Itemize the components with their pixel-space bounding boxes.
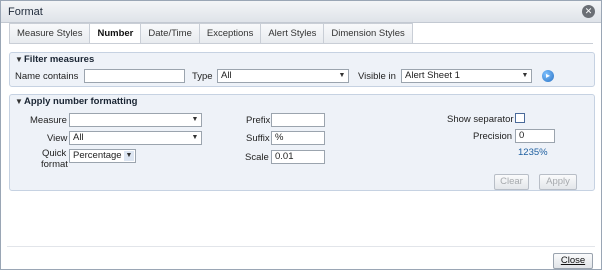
dropdown-arrow-icon: ▼ [124,151,134,161]
scale-label: Scale [245,152,269,163]
name-contains-label: Name contains [15,71,79,82]
precision-label: Precision [473,131,513,142]
quick-format-label-line1: Quick [42,148,67,159]
tab-number[interactable]: Number [90,23,142,44]
tab-exceptions[interactable]: Exceptions [199,23,262,44]
quick-format-select-value: Percentage [73,150,122,161]
view-select-value: All [73,132,84,143]
name-contains-input[interactable] [84,69,185,83]
tab-strip: Measure Styles Number Date/Time Exceptio… [9,23,413,44]
close-icon[interactable]: ✕ [582,5,595,18]
format-preview: 1235% [518,147,548,158]
chevron-down-icon: ▼ [15,97,23,106]
tab-dimension-styles[interactable]: Dimension Styles [324,23,413,44]
scale-input[interactable]: 0.01 [271,150,325,164]
suffix-label: Suffix [246,133,270,144]
number-formatting-title: Apply number formatting [24,96,138,107]
tab-measure-styles[interactable]: Measure Styles [9,23,91,44]
dropdown-arrow-icon: ▼ [191,134,199,141]
tab-alert-styles[interactable]: Alert Styles [261,23,325,44]
filter-measures-panel: ▼ Filter measures Name contains Type All… [9,52,595,87]
prefix-label: Prefix [246,115,271,126]
measure-select[interactable]: ▼ [69,113,202,127]
visible-in-select-value: Alert Sheet 1 [405,70,460,81]
dialog-title: Format [8,6,43,18]
show-separator-checkbox[interactable] [515,113,525,123]
quick-format-label-line2: format [41,159,68,170]
title-bar: Format ✕ [1,1,601,23]
go-arrow-icon[interactable]: ▸ [542,70,554,82]
number-formatting-panel: ▼ Apply number formatting Measure ▼ View… [9,94,595,191]
visible-in-label: Visible in [358,71,396,82]
visible-in-select[interactable]: Alert Sheet 1 ▼ [401,69,532,83]
precision-input[interactable]: 0 [515,129,555,143]
tab-date-time[interactable]: Date/Time [141,23,200,44]
view-select[interactable]: All ▼ [69,131,202,145]
filter-measures-title: Filter measures [24,54,95,65]
dropdown-arrow-icon: ▼ [191,116,199,123]
type-select[interactable]: All ▼ [217,69,349,83]
prefix-input[interactable] [271,113,325,127]
number-formatting-header[interactable]: ▼ Apply number formatting [10,95,594,109]
footer-divider [7,246,595,247]
tab-divider [9,43,593,44]
quick-format-select[interactable]: Percentage ▼ [69,149,136,163]
dropdown-arrow-icon: ▼ [521,72,529,79]
chevron-down-icon: ▼ [15,55,23,64]
measure-label: Measure [30,115,67,126]
format-dialog: Format ✕ Measure Styles Number Date/Time… [0,0,602,270]
show-separator-label: Show separator [447,114,514,125]
clear-button[interactable]: Clear [494,174,529,190]
view-label: View [47,133,68,144]
dropdown-arrow-icon: ▼ [338,72,346,79]
filter-measures-header[interactable]: ▼ Filter measures [10,53,594,67]
close-button[interactable]: Close [553,253,593,269]
type-label: Type [192,71,213,82]
type-select-value: All [221,70,232,81]
suffix-input[interactable]: % [271,131,325,145]
apply-button[interactable]: Apply [539,174,577,190]
